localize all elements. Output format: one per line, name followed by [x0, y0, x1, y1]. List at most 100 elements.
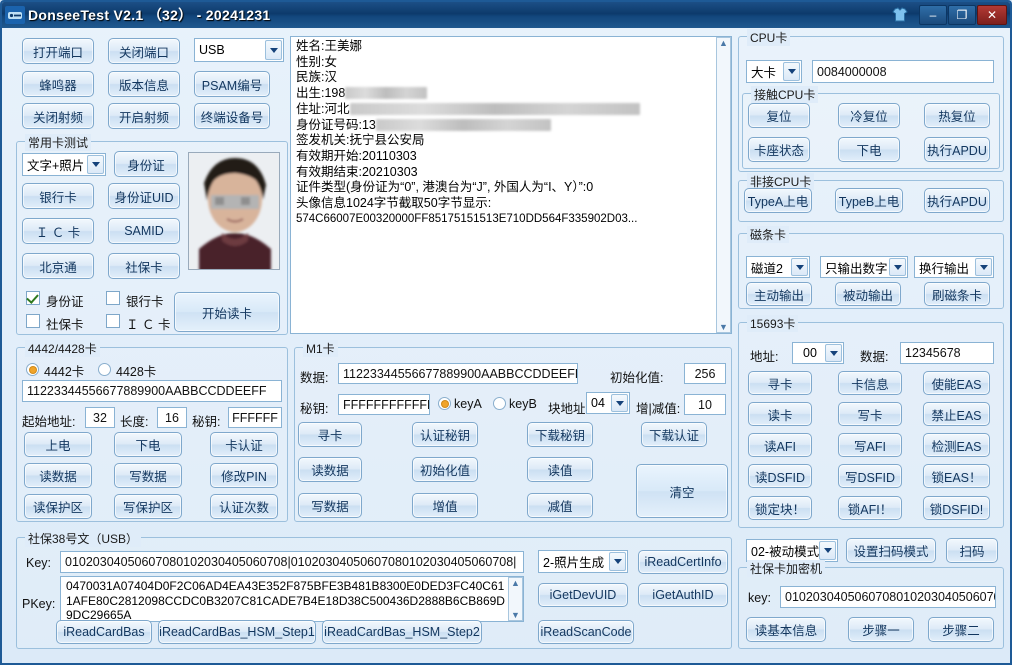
iget-dev-uid-button[interactable]: iGetDevUID: [538, 583, 628, 607]
checkbox-id-card[interactable]: [26, 291, 40, 305]
cpu-contact-button-4[interactable]: 下电: [838, 137, 900, 162]
cpu-contact-button-1[interactable]: 冷复位: [838, 103, 900, 128]
card-15693-button-10[interactable]: 写DSFID: [838, 464, 902, 488]
iread-card-bas-button[interactable]: iReadCardBas: [56, 620, 152, 644]
id-card-button[interactable]: 身份证: [114, 151, 178, 177]
social-crypto-key-input[interactable]: 01020304050607080102030405060708: [780, 586, 996, 608]
cpu-type-select[interactable]: 大卡: [746, 60, 802, 83]
cpu-contact-button-2[interactable]: 热复位: [924, 103, 990, 128]
scroll-up-icon[interactable]: ▲: [511, 578, 520, 588]
mag-output-select[interactable]: 只输出数字: [820, 256, 908, 278]
read-mode-select[interactable]: 文字+照片: [22, 153, 106, 176]
m1-incdec-input[interactable]: 10: [684, 394, 726, 415]
m1-button-4[interactable]: 读数据: [298, 457, 362, 482]
data-input-15693[interactable]: 12345678: [900, 342, 994, 364]
cpu-contact-button-3[interactable]: 卡座状态: [748, 137, 810, 162]
iread-card-bas-hsm-step1-button[interactable]: iReadCardBas_HSM_Step1: [158, 620, 316, 644]
iget-auth-id-button[interactable]: iGetAuthID: [638, 583, 728, 607]
card-15693-button-0[interactable]: 寻卡: [748, 371, 812, 395]
card-4442-data-input[interactable]: 11223344556677889900AABBCCDDEEFF: [22, 380, 282, 402]
chevron-down-icon[interactable]: [609, 552, 626, 571]
m1-button-2[interactable]: 下载秘钥: [527, 422, 593, 447]
mag-button-2[interactable]: 刷磁条卡: [924, 282, 990, 306]
m1-button-0[interactable]: 寻卡: [298, 422, 362, 447]
minimize-button[interactable]: –: [919, 5, 947, 25]
card-15693-button-6[interactable]: 读AFI: [748, 433, 812, 457]
cpu-contact-button-0[interactable]: 复位: [748, 103, 810, 128]
scroll-down-icon[interactable]: ▼: [511, 610, 520, 620]
beijing-tong-button[interactable]: 北京通: [22, 253, 94, 279]
photo-mode-select[interactable]: 2-照片生成: [538, 550, 628, 573]
iread-scan-code-button[interactable]: iReadScanCode: [538, 620, 634, 644]
social38-key-input[interactable]: 01020304050607080102030405060708|0102030…: [60, 551, 524, 573]
card-info-scrollbar[interactable]: ▲ ▼: [716, 37, 731, 333]
m1-button-5[interactable]: 初始化值: [412, 457, 478, 482]
key-input-4442[interactable]: FFFFFF: [228, 407, 282, 428]
cpu-contactless-button-1[interactable]: TypeB上电: [835, 188, 903, 213]
social-crypto-button-1[interactable]: 步骤一: [848, 617, 914, 642]
card-15693-button-14[interactable]: 锁DSFID!: [923, 496, 990, 520]
open-port-button[interactable]: 打开端口: [22, 38, 94, 64]
card-4442-button-5[interactable]: 修改PIN: [210, 463, 278, 488]
mag-button-1[interactable]: 被动输出: [835, 282, 901, 306]
radio-4442[interactable]: [26, 363, 39, 376]
version-info-button[interactable]: 版本信息: [108, 71, 180, 97]
card-15693-button-3[interactable]: 读卡: [748, 402, 812, 426]
terminal-device-no-button[interactable]: 终端设备号: [194, 103, 270, 129]
card-15693-button-11[interactable]: 锁EAS！: [923, 464, 990, 488]
set-scan-mode-button[interactable]: 设置扫码模式: [846, 538, 936, 563]
m1-init-input[interactable]: 256: [684, 363, 726, 384]
maximize-button[interactable]: ❐: [948, 5, 976, 25]
cpu-contactless-button-2[interactable]: 执行APDU: [924, 188, 990, 213]
bank-card-button[interactable]: 银行卡: [22, 183, 94, 209]
card-15693-button-7[interactable]: 写AFI: [838, 433, 902, 457]
chevron-down-icon[interactable]: [611, 394, 628, 412]
scroll-up-icon[interactable]: ▲: [719, 38, 728, 48]
scroll-down-icon[interactable]: ▼: [719, 322, 728, 332]
card-15693-button-9[interactable]: 读DSFID: [748, 464, 812, 488]
social38-pkey-scrollbar[interactable]: ▲ ▼: [508, 577, 523, 621]
chevron-down-icon[interactable]: [791, 258, 808, 276]
checkbox-bank-card[interactable]: [106, 291, 120, 305]
port-select[interactable]: USB: [194, 38, 284, 62]
chevron-down-icon[interactable]: [87, 155, 104, 174]
social-crypto-button-0[interactable]: 读基本信息: [746, 617, 826, 642]
card-15693-button-8[interactable]: 检测EAS: [923, 433, 990, 457]
cpu-apdu-input[interactable]: 0084000008: [812, 60, 994, 83]
chevron-down-icon[interactable]: [783, 62, 800, 81]
social-card-button[interactable]: 社保卡: [108, 253, 180, 279]
mag-track-select[interactable]: 磁道2: [746, 256, 810, 278]
chevron-down-icon[interactable]: [889, 258, 906, 276]
card-4442-button-8[interactable]: 认证次数: [210, 494, 278, 519]
card-15693-button-4[interactable]: 写卡: [838, 402, 902, 426]
chevron-down-icon[interactable]: [819, 541, 836, 560]
card-4442-button-3[interactable]: 读数据: [24, 463, 92, 488]
scan-button[interactable]: 扫码: [946, 538, 998, 563]
m1-button-3[interactable]: 下载认证: [641, 422, 707, 447]
card-4442-button-6[interactable]: 读保护区: [24, 494, 92, 519]
addr-select-15693[interactable]: 00: [792, 342, 844, 364]
m1-clear-button[interactable]: 清空: [636, 464, 728, 518]
m1-block-select[interactable]: 04: [586, 392, 630, 414]
chevron-down-icon[interactable]: [975, 258, 992, 276]
length-input[interactable]: 16: [157, 407, 187, 428]
card-4442-button-7[interactable]: 写保护区: [114, 494, 182, 519]
card-15693-button-13[interactable]: 锁AFI！: [838, 496, 902, 520]
start-read-button[interactable]: 开始读卡: [174, 292, 280, 332]
open-rf-button[interactable]: 开启射频: [108, 103, 180, 129]
social38-pkey-textarea[interactable]: 0470031A07404D0F2C06AD4EA43E352F875BFE3B…: [60, 576, 524, 622]
m1-button-8[interactable]: 增值: [412, 493, 478, 518]
card-info-textarea[interactable]: 姓名:王美娜 性别:女 民族:汉 出生:198 住址:河北 身份证号码:13 签…: [290, 36, 732, 334]
close-port-button[interactable]: 关闭端口: [108, 38, 180, 64]
close-button[interactable]: ✕: [977, 5, 1007, 25]
m1-button-6[interactable]: 读值: [527, 457, 593, 482]
card-15693-button-2[interactable]: 使能EAS: [923, 371, 990, 395]
mag-newline-select[interactable]: 换行输出: [914, 256, 994, 278]
card-15693-button-1[interactable]: 卡信息: [838, 371, 902, 395]
close-rf-button[interactable]: 关闭射频: [22, 103, 94, 129]
ic-card-button[interactable]: Ｉ Ｃ 卡: [22, 218, 94, 244]
m1-button-1[interactable]: 认证秘钥: [412, 422, 478, 447]
id-card-uid-button[interactable]: 身份证UID: [108, 183, 180, 209]
cpu-contact-button-5[interactable]: 执行APDU: [924, 137, 990, 162]
card-15693-button-12[interactable]: 锁定块！: [748, 496, 812, 520]
